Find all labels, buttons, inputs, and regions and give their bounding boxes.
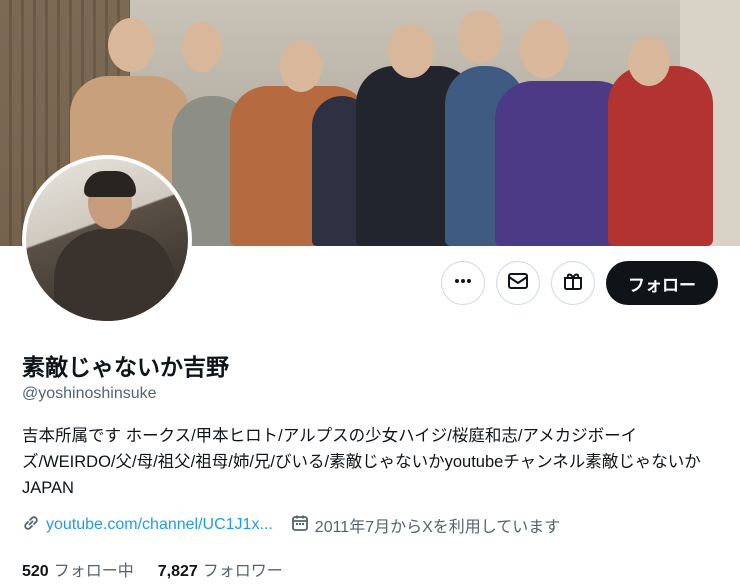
subscribe-button[interactable] <box>551 261 595 305</box>
calendar-icon <box>291 514 309 537</box>
following-count: 520 <box>22 563 49 580</box>
following-label: フォロー中 <box>53 563 134 580</box>
more-button[interactable] <box>441 261 485 305</box>
link-icon <box>22 514 40 537</box>
avatar-hair <box>84 171 136 197</box>
gift-icon <box>562 270 584 297</box>
profile-avatar[interactable] <box>22 155 192 325</box>
banner-person-head <box>388 24 434 78</box>
joined-item: 2011年7月からXを利用しています <box>291 513 561 537</box>
follow-stats: 520 フォロー中 7,827 フォロワー <box>22 557 283 581</box>
followers-label: フォロワー <box>202 563 283 580</box>
profile-meta: youtube.com/channel/UC1J1x... 2011年7月からX… <box>22 513 560 537</box>
banner-person-head <box>280 40 322 92</box>
banner-person-head <box>520 20 568 78</box>
follow-button[interactable]: フォロー <box>606 261 718 305</box>
avatar-body <box>54 229 174 321</box>
banner-person-head <box>628 36 670 86</box>
followers-count: 7,827 <box>157 563 198 580</box>
display-name: 素敵じゃないか吉野 <box>22 354 229 380</box>
profile-actions: フォロー <box>441 261 718 305</box>
profile-bio: 吉本所属です ホークス/甲本ヒロト/アルプスの少女ハイジ/桜庭和志/アメカジボー… <box>22 427 701 497</box>
website-link[interactable]: youtube.com/channel/UC1J1x... <box>46 516 273 534</box>
envelope-icon <box>507 270 529 297</box>
website-item: youtube.com/channel/UC1J1x... <box>22 514 273 537</box>
followers-stat[interactable]: 7,827 フォロワー <box>158 557 283 581</box>
user-handle: @yoshinoshinsuke <box>22 385 157 402</box>
banner-person <box>608 66 713 246</box>
message-button[interactable] <box>496 261 540 305</box>
banner-person-head <box>182 22 222 72</box>
ellipsis-icon <box>453 271 473 296</box>
joined-date: 2011年7月からXを利用しています <box>314 519 561 536</box>
banner-person-head <box>458 10 502 64</box>
following-stat[interactable]: 520 フォロー中 <box>22 557 134 581</box>
banner-person-head <box>108 18 154 72</box>
